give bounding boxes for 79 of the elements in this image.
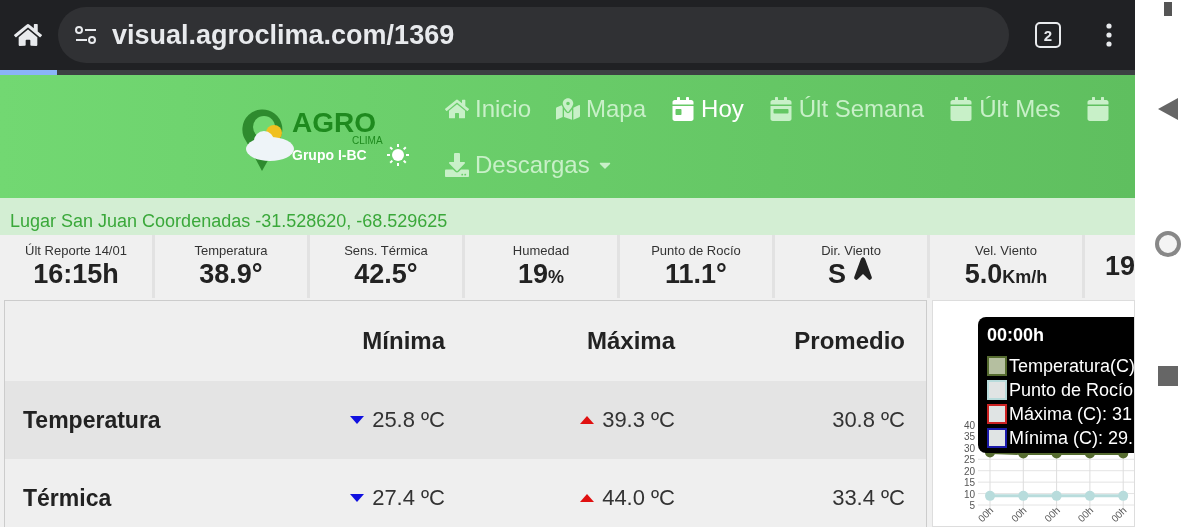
stat-label: Humedad	[512, 243, 570, 258]
legend-swatch	[987, 380, 1007, 400]
down-triangle-icon	[350, 416, 365, 424]
nav-link[interactable]: Descargas	[445, 137, 614, 193]
down-triangle-icon	[350, 494, 365, 502]
table-cell: 44.0 ºC	[445, 485, 675, 511]
up-triangle-icon	[580, 494, 595, 502]
table-cell-text: 33.4 ºC	[831, 485, 905, 511]
stat-label: Dir. Viento	[821, 243, 881, 258]
axis-tick-label: 30	[963, 442, 975, 454]
tune-icon[interactable]	[74, 25, 98, 45]
data-point	[1018, 490, 1029, 501]
tooltip-text: Máxima (C): 31	[1009, 403, 1133, 425]
stat-label: Vel. Viento	[975, 243, 1037, 258]
nav-icon	[768, 97, 793, 121]
axis-tick-label: 40	[963, 420, 975, 431]
location-text: Lugar San Juan Coordenadas -31.528620, -68.529625	[10, 211, 448, 232]
address-bar[interactable]: visual.agroclima.com/1369	[58, 7, 1009, 63]
up-triangle-icon	[580, 416, 595, 424]
axis-tick-label: 10	[963, 488, 975, 500]
nav-icon	[671, 97, 696, 121]
logo-subtitle: CLIMA	[352, 134, 383, 146]
back-icon[interactable]	[1157, 98, 1178, 120]
tooltip-title: 00:00h	[987, 325, 1046, 346]
axis-tick-label: 00h	[1109, 504, 1129, 525]
tooltip-text: Punto de Rocío	[1009, 379, 1134, 401]
axis-tick-label: 35	[963, 431, 975, 443]
nav-link[interactable]: Últ Mes	[949, 81, 1061, 137]
nav-link[interactable]: Inicio	[445, 81, 532, 137]
nav-icon	[445, 97, 469, 121]
row-header: Térmica	[22, 484, 113, 512]
stat-label: Sens. Térmica	[344, 243, 428, 258]
stat-value: 19	[1105, 251, 1135, 282]
axis-tick-label: 00h	[1042, 504, 1062, 525]
axis-tick-label: 5	[969, 500, 975, 511]
nav-link[interactable]: Últ Semana	[768, 81, 925, 137]
stat-value: 38.9°	[199, 259, 263, 290]
nav-icon	[556, 97, 581, 121]
axis-tick-label: 00h	[1009, 504, 1029, 525]
stat-value: 19%	[517, 259, 565, 290]
axis-tick-label: 20	[963, 465, 975, 477]
stat-value: 42.5°	[354, 259, 418, 290]
axis-tick-label: 00h	[1075, 504, 1096, 525]
status-icon	[1162, 2, 1173, 18]
stat-value: S	[828, 259, 874, 290]
axis-tick-label: 25	[963, 454, 975, 466]
menu-icon[interactable]	[1105, 23, 1113, 47]
stat-label: Últ Reporte 14/01	[25, 243, 127, 258]
row-header: Temperatura	[22, 406, 162, 434]
table-cell: 25.8 ºC	[265, 407, 445, 433]
logo-group: Grupo I-BC	[292, 146, 367, 163]
column-header: Promedio	[793, 327, 905, 355]
data-point	[1118, 490, 1129, 501]
column-header: Mínima	[361, 327, 445, 355]
nav-icon	[949, 97, 974, 121]
nav-link[interactable]: Mapa	[556, 81, 647, 137]
tooltip-text: Mínima (C): 29.	[1009, 427, 1134, 449]
sun-icon	[386, 142, 410, 167]
table-cell-text: 30.8 ºC	[831, 407, 905, 433]
nav-link[interactable]: Hoy	[671, 81, 744, 137]
table-cell: 39.3 ºC	[445, 407, 675, 433]
legend-swatch	[987, 356, 1007, 376]
stat-label: Punto de Rocío	[651, 243, 741, 258]
nav-icon	[445, 153, 469, 177]
tooltip-text: Temperatura(C)	[1009, 355, 1134, 377]
stat-value: 5.0Km/h	[964, 259, 1048, 290]
table-cell: 27.4 ºC	[265, 485, 445, 511]
axis-tick-label: 00h	[975, 504, 996, 525]
recents-icon[interactable]	[1157, 366, 1178, 386]
home-icon[interactable]	[14, 21, 42, 49]
data-point	[1084, 490, 1095, 501]
column-header: Máxima	[585, 327, 675, 355]
axis-tick-label: 15	[963, 477, 975, 489]
data-point	[985, 490, 995, 501]
data-point	[1051, 490, 1062, 501]
tab-count[interactable]: 2	[1035, 22, 1061, 48]
stat-value: 11.1°	[665, 259, 727, 290]
stat-label: Temperatura	[194, 243, 268, 258]
stat-value: 16:15h	[33, 259, 119, 290]
